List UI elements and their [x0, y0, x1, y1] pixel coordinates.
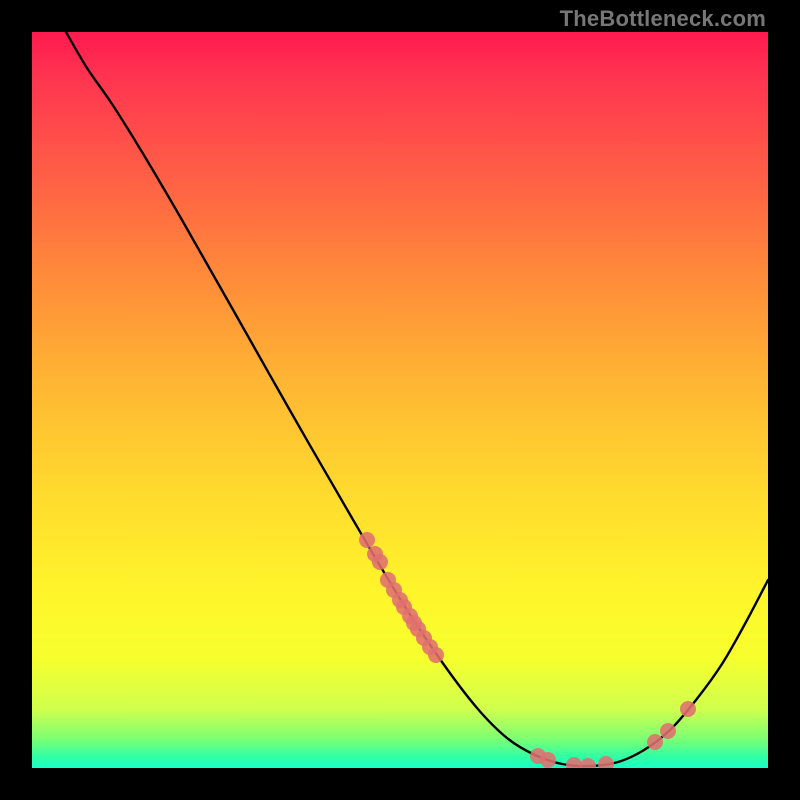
chart-frame [32, 32, 768, 768]
data-dot [359, 532, 375, 548]
data-dot [647, 734, 663, 750]
data-dot [580, 758, 596, 768]
data-dot [660, 723, 676, 739]
data-dot [540, 752, 556, 768]
data-dot [566, 757, 582, 768]
data-dot [680, 701, 696, 717]
data-dot [372, 554, 388, 570]
data-dot [598, 756, 614, 768]
performance-curve [66, 32, 768, 766]
bottleneck-curve-plot [32, 32, 768, 768]
data-dots-group [359, 532, 696, 768]
watermark-text: TheBottleneck.com [560, 6, 766, 32]
data-dot [428, 647, 444, 663]
